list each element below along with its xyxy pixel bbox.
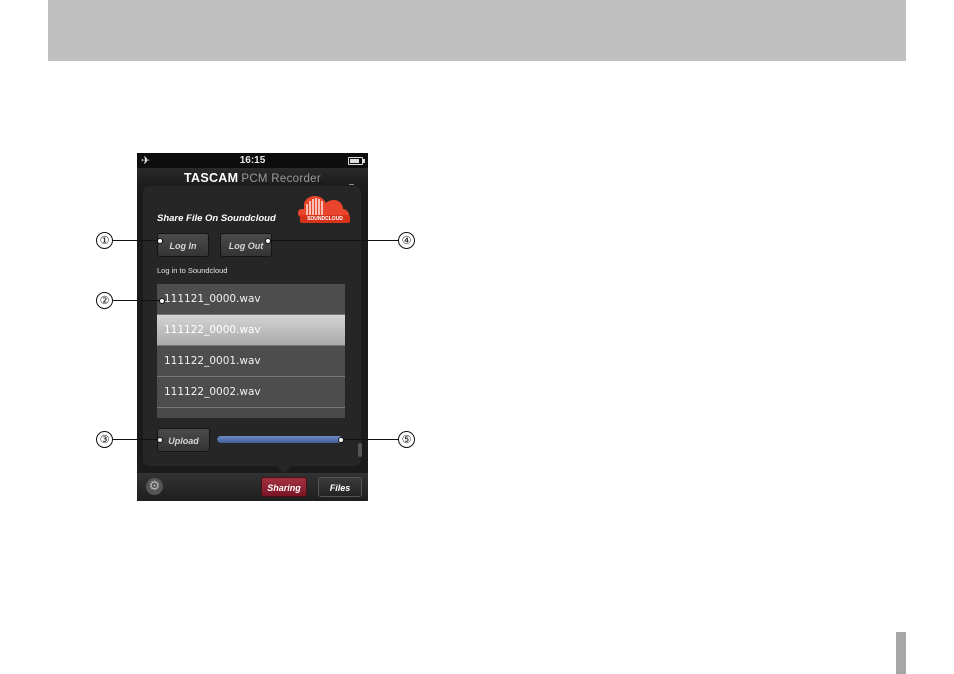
login-status-text: Log in to Soundcloud	[157, 266, 228, 275]
upload-progress-bar	[217, 436, 343, 443]
callout-5-anchor	[338, 437, 344, 443]
callout-2-leader	[113, 300, 161, 301]
callout-1: ①	[96, 232, 113, 249]
list-item[interactable]: 111122_0002.wav	[157, 377, 345, 408]
share-title: Share File On Soundcloud	[157, 213, 276, 224]
upload-button[interactable]: Upload	[157, 428, 210, 452]
tab-sharing[interactable]: Sharing	[261, 477, 307, 497]
scroll-handle[interactable]	[358, 443, 362, 457]
gear-icon[interactable]: ⚙	[146, 478, 163, 495]
list-item-selected[interactable]: 111122_0000.wav	[157, 315, 345, 346]
page-edge-tab	[896, 632, 906, 674]
list-item[interactable]: 111122_0001.wav	[157, 346, 345, 377]
header-band	[48, 0, 906, 61]
tab-files[interactable]: Files	[318, 477, 362, 497]
callout-3: ③	[96, 431, 113, 448]
logout-button[interactable]: Log Out	[220, 233, 272, 257]
callout-2-anchor	[159, 298, 165, 304]
status-time: 16:15	[239, 155, 266, 166]
list-item[interactable]: 111121_0000.wav	[157, 284, 345, 315]
callout-5-leader	[342, 439, 399, 440]
scroll-indicator-top	[349, 184, 354, 185]
app-header: TASCAM PCM Recorder	[137, 168, 368, 188]
callout-4-anchor	[265, 238, 271, 244]
callout-4: ④	[398, 232, 415, 249]
brand-name: TASCAM	[184, 171, 239, 185]
product-name: PCM Recorder	[241, 173, 321, 185]
upload-progress-fill	[217, 436, 343, 443]
file-list[interactable]: 111121_0000.wav 111122_0000.wav 111122_0…	[157, 284, 345, 418]
login-button[interactable]: Log In	[157, 233, 209, 257]
soundcloud-wordmark: SOUNDCLOUD	[300, 215, 350, 223]
callout-4-leader	[268, 240, 399, 241]
tab-pointer	[275, 464, 293, 473]
status-bar: ✈ 16:15	[137, 153, 368, 168]
callout-1-anchor	[157, 238, 163, 244]
phone-screen: ✈ 16:15 TASCAM PCM Recorder Share File On…	[137, 153, 368, 501]
callout-1-leader	[113, 240, 159, 241]
battery-icon	[348, 157, 365, 165]
callout-2: ②	[96, 292, 113, 309]
callout-3-anchor	[157, 437, 163, 443]
callout-3-leader	[113, 439, 159, 440]
callout-5: ⑤	[398, 431, 415, 448]
tab-bar: ⚙ Sharing Files	[137, 473, 368, 501]
